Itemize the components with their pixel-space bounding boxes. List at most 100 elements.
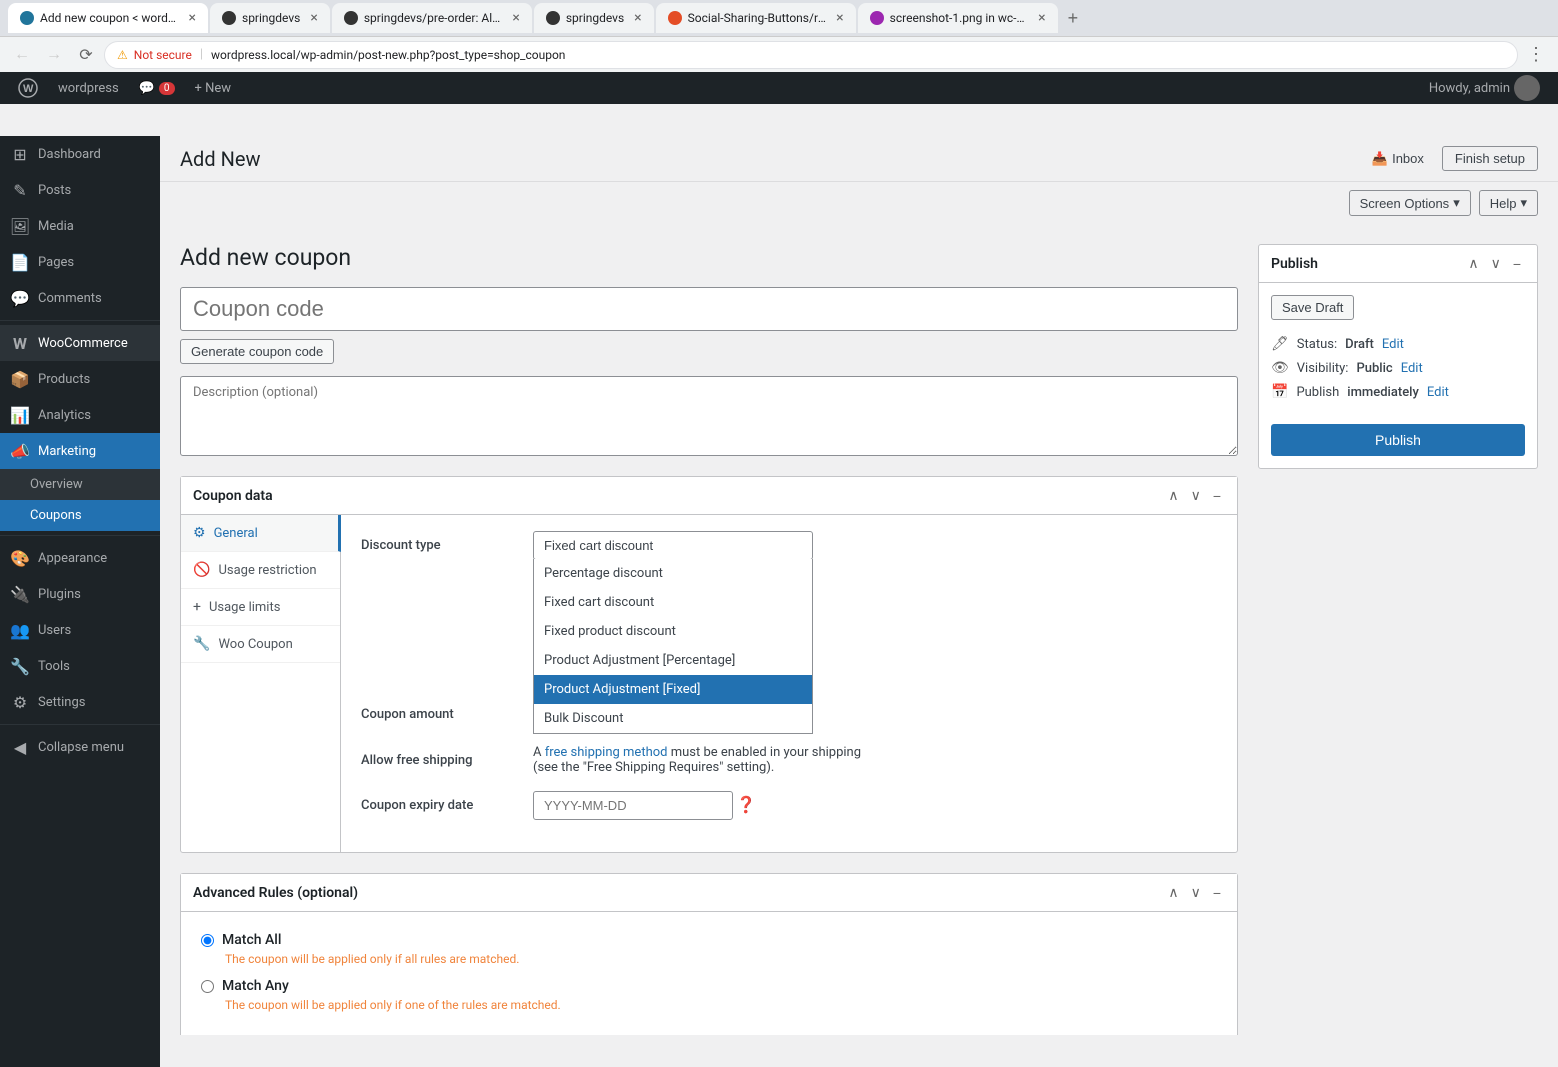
dropdown-percentage[interactable]: Percentage discount [534, 559, 812, 588]
dropdown-fixed-product[interactable]: Fixed product discount [534, 617, 812, 646]
coupon-code-input[interactable] [180, 287, 1238, 331]
sidebar-item-posts[interactable]: ✎ Posts [0, 172, 160, 208]
publish-down-button[interactable]: ∨ [1487, 253, 1505, 274]
tab-woo-coupon[interactable]: 🔧 Woo Coupon [181, 626, 340, 663]
new-tab-button[interactable]: + [1060, 8, 1087, 29]
publish-button[interactable]: Publish [1271, 424, 1525, 456]
refresh-button[interactable]: ⟳ [72, 41, 100, 69]
sidebar-item-tools[interactable]: 🔧 Tools [0, 648, 160, 684]
svg-text:W: W [23, 83, 34, 95]
save-draft-button[interactable]: Save Draft [1271, 295, 1354, 320]
dropdown-fixed-cart[interactable]: Fixed cart discount [534, 588, 812, 617]
discount-type-select[interactable]: Percentage discount Fixed cart discount … [533, 531, 813, 560]
sidebar-item-analytics[interactable]: 📊 Analytics [0, 397, 160, 433]
admin-avatar [1514, 75, 1540, 101]
tab-5[interactable]: Social-Sharing-Buttons/readme.t... × [656, 3, 856, 33]
tab-close-icon[interactable]: × [189, 10, 196, 26]
tab-close-2-icon[interactable]: × [310, 10, 317, 26]
active-tab[interactable]: Add new coupon < wordpress... × [8, 3, 208, 33]
visibility-row: 👁 Visibility: Public Edit [1271, 356, 1525, 380]
finish-setup-button[interactable]: Finish setup [1442, 146, 1538, 171]
tab-close-6-icon[interactable]: × [1038, 10, 1045, 26]
dropdown-product-adj-pct[interactable]: Product Adjustment [Percentage] [534, 646, 812, 675]
sidebar-item-settings[interactable]: ⚙ Settings [0, 684, 160, 720]
sidebar-item-woocommerce[interactable]: W WooCommerce [0, 325, 160, 361]
security-icon: ⚠ [117, 48, 128, 62]
visibility-edit-link[interactable]: Edit [1401, 361, 1423, 376]
tab-title-3: springdevs/pre-order: Allow cust... [364, 11, 503, 25]
tab-3[interactable]: springdevs/pre-order: Allow cust... × [332, 3, 532, 33]
metabox-close-button[interactable]: − [1209, 485, 1225, 506]
sidebar-item-appearance[interactable]: 🎨 Appearance [0, 540, 160, 576]
tab-6[interactable]: screenshot-1.png in wc-pre-orde... × [858, 3, 1058, 33]
address-bar[interactable]: ⚠ Not secure | wordpress.local/wp-admin/… [104, 41, 1518, 69]
screen-options-label: Screen Options [1360, 196, 1450, 211]
admin-bar-wp-logo[interactable]: W [8, 72, 48, 104]
tab-4[interactable]: springdevs × [534, 3, 654, 33]
dropdown-product-adj-fixed[interactable]: Product Adjustment [Fixed] [534, 675, 812, 704]
sidebar-item-comments[interactable]: 💬 Comments [0, 280, 160, 316]
forward-button[interactable]: → [40, 41, 68, 69]
tab-close-3-icon[interactable]: × [512, 10, 519, 26]
sidebar: ⊞ Dashboard ✎ Posts 🖼 Media 📄 Pages 💬 Co… [0, 136, 160, 1067]
free-shipping-link[interactable]: free shipping method [545, 745, 668, 760]
tab-close-5-icon[interactable]: × [836, 10, 843, 26]
sidebar-collapse-btn[interactable]: ◀ Collapse menu [0, 729, 160, 765]
match-any-radio[interactable] [201, 980, 214, 993]
publish-timing-edit-link[interactable]: Edit [1427, 385, 1449, 400]
sidebar-divider-2 [0, 535, 160, 536]
sidebar-item-pages[interactable]: 📄 Pages [0, 244, 160, 280]
tab-favicon-5 [668, 11, 682, 25]
publish-up-button[interactable]: ∧ [1464, 253, 1482, 274]
sidebar-label-users: Users [38, 623, 71, 638]
coupon-expiry-input[interactable] [533, 791, 733, 820]
collapse-icon: ◀ [10, 737, 30, 757]
sidebar-sub-coupons[interactable]: Coupons [0, 500, 160, 531]
tab-general[interactable]: ⚙ General [181, 515, 341, 552]
publish-close-button[interactable]: − [1509, 253, 1525, 274]
metabox-up-button[interactable]: ∧ [1164, 485, 1182, 506]
status-edit-link[interactable]: Edit [1382, 337, 1404, 352]
dropdown-bulk-discount[interactable]: Bulk Discount [534, 704, 812, 733]
users-icon: 👥 [10, 620, 30, 640]
browser-menu-button[interactable]: ⋮ [1522, 41, 1550, 69]
match-any-label[interactable]: Match Any [201, 978, 1217, 994]
help-button[interactable]: Help ▾ [1479, 190, 1538, 216]
tab-2[interactable]: springdevs × [210, 3, 330, 33]
metabox-down-button[interactable]: ∨ [1187, 485, 1205, 506]
generate-coupon-button[interactable]: Generate coupon code [180, 339, 334, 364]
tab-close-4-icon[interactable]: × [634, 10, 641, 26]
sidebar-item-products[interactable]: 📦 Products [0, 361, 160, 397]
settings-icon: ⚙ [10, 692, 30, 712]
coupon-expiry-help-icon[interactable]: ❓ [736, 795, 756, 814]
sidebar-item-media[interactable]: 🖼 Media [0, 208, 160, 244]
admin-bar-howdy[interactable]: Howdy, admin [1419, 72, 1550, 104]
sidebar-label-settings: Settings [38, 695, 85, 710]
sidebar-item-plugins[interactable]: 🔌 Plugins [0, 576, 160, 612]
tab-title-4: springdevs [566, 11, 624, 25]
comments-count: 0 [159, 82, 175, 95]
advanced-rules-metabox: Advanced Rules (optional) ∧ ∨ − Match Al… [180, 873, 1238, 1035]
match-all-radio[interactable] [201, 934, 214, 947]
description-textarea[interactable] [180, 376, 1238, 456]
match-all-label[interactable]: Match All [201, 932, 1217, 948]
tab-usage-limits[interactable]: + Usage limits [181, 589, 340, 626]
inbox-button[interactable]: 📥 Inbox [1362, 147, 1434, 171]
sidebar-item-users[interactable]: 👥 Users [0, 612, 160, 648]
advanced-rules-down-button[interactable]: ∨ [1187, 882, 1205, 903]
advanced-rules-up-button[interactable]: ∧ [1164, 882, 1182, 903]
plugins-icon: 🔌 [10, 584, 30, 604]
tab-title-2: springdevs [242, 11, 300, 25]
tab-usage-restriction[interactable]: 🚫 Usage restriction [181, 552, 340, 589]
tab-title-6: screenshot-1.png in wc-pre-orde... [890, 11, 1029, 25]
admin-bar-new[interactable]: + New [185, 72, 242, 104]
back-button[interactable]: ← [8, 41, 36, 69]
sidebar-sub-overview[interactable]: Overview [0, 469, 160, 500]
sidebar-item-dashboard[interactable]: ⊞ Dashboard [0, 136, 160, 172]
advanced-rules-close-button[interactable]: − [1209, 882, 1225, 903]
admin-bar-comments[interactable]: 💬 0 [129, 72, 185, 104]
admin-bar-site[interactable]: wordpress [48, 72, 129, 104]
appearance-icon: 🎨 [10, 548, 30, 568]
screen-options-button[interactable]: Screen Options ▾ [1349, 190, 1471, 216]
sidebar-item-marketing[interactable]: 📣 Marketing [0, 433, 160, 469]
